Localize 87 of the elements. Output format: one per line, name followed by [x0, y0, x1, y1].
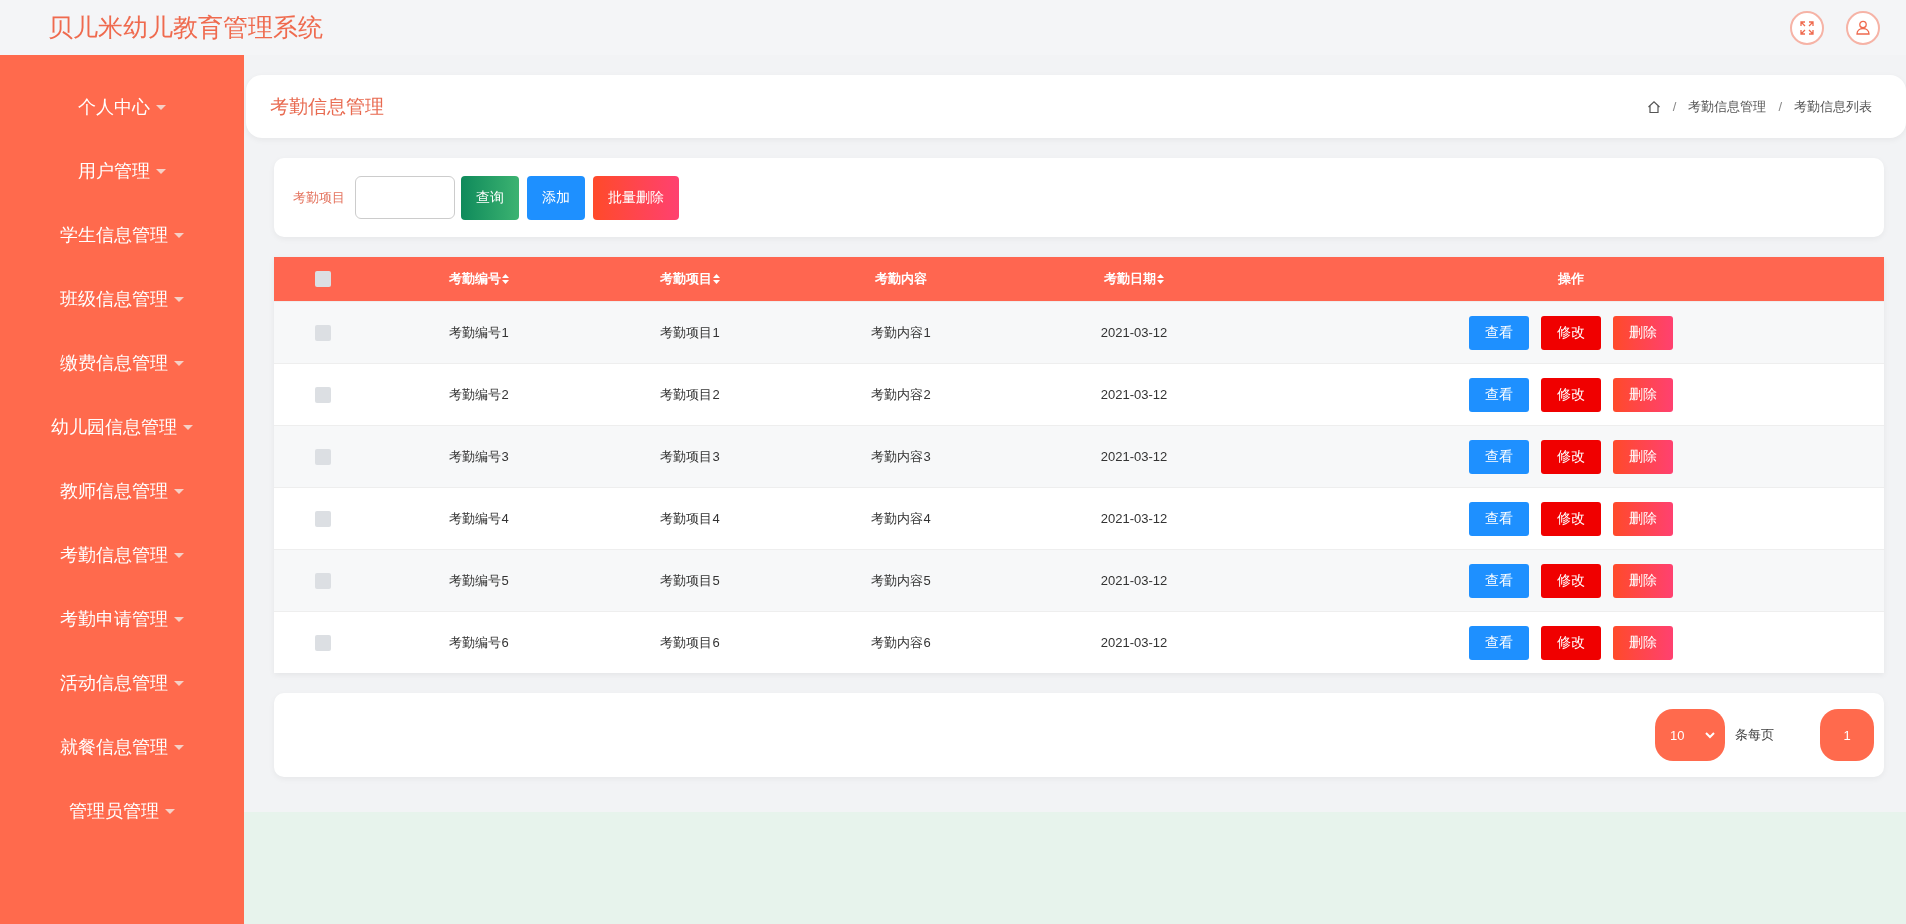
table-cell: 考勤编号2 — [449, 385, 509, 404]
view-button[interactable]: 查看 — [1469, 625, 1529, 660]
table-cell: 考勤内容5 — [871, 571, 931, 590]
sidebar-item[interactable]: 用户管理 — [0, 139, 244, 203]
view-button[interactable]: 查看 — [1469, 439, 1529, 474]
table-cell: 考勤编号6 — [449, 633, 509, 652]
sort-icon[interactable] — [713, 274, 720, 284]
edit-button[interactable]: 修改 — [1541, 501, 1601, 536]
view-button[interactable]: 查看 — [1469, 377, 1529, 412]
column-header[interactable]: 考勤日期 — [1104, 270, 1164, 288]
table-cell: 2021-03-12 — [1100, 511, 1168, 526]
table-cell: 考勤项目5 — [660, 571, 720, 590]
page-button[interactable]: 1 — [1820, 709, 1874, 761]
sidebar-item[interactable]: 班级信息管理 — [0, 267, 244, 331]
page-size-label: 条每页 — [1735, 726, 1774, 744]
sidebar-item[interactable]: 缴费信息管理 — [0, 331, 244, 395]
delete-button[interactable]: 删除 — [1613, 377, 1673, 412]
search-field[interactable] — [355, 176, 455, 219]
sidebar-item[interactable]: 就餐信息管理 — [0, 715, 244, 779]
row-checkbox[interactable] — [315, 448, 331, 465]
edit-button[interactable]: 修改 — [1541, 439, 1601, 474]
sidebar-item[interactable]: 考勤申请管理 — [0, 587, 244, 651]
table-cell: 考勤内容2 — [871, 385, 931, 404]
sidebar-item[interactable]: 学生信息管理 — [0, 203, 244, 267]
app-title: 贝儿米幼儿教育管理系统 — [48, 12, 324, 43]
row-checkbox[interactable] — [315, 572, 331, 589]
delete-button[interactable]: 删除 — [1613, 315, 1673, 350]
table-cell: 2021-03-12 — [1100, 449, 1168, 464]
table-cell: 考勤内容6 — [871, 633, 931, 652]
view-button[interactable]: 查看 — [1469, 563, 1529, 598]
page-title: 考勤信息管理 — [270, 94, 385, 119]
table-cell: 考勤编号4 — [449, 509, 509, 528]
sidebar-item[interactable]: 管理员管理 — [0, 779, 244, 843]
query-button[interactable]: 查询 — [461, 175, 519, 220]
breadcrumb-item[interactable]: 考勤信息管理 — [1688, 97, 1767, 116]
table-cell: 2021-03-12 — [1100, 573, 1168, 588]
sidebar-item[interactable]: 幼儿园信息管理 — [0, 395, 244, 459]
sidebar-item[interactable]: 考勤信息管理 — [0, 523, 244, 587]
user-icon[interactable] — [1846, 10, 1880, 45]
table-cell: 2021-03-12 — [1100, 387, 1168, 402]
edit-button[interactable]: 修改 — [1541, 315, 1601, 350]
sidebar-item[interactable]: 活动信息管理 — [0, 651, 244, 715]
table-cell: 考勤项目6 — [660, 633, 720, 652]
row-checkbox[interactable] — [315, 324, 331, 341]
search-label: 考勤项目 — [293, 188, 345, 207]
edit-button[interactable]: 修改 — [1541, 625, 1601, 660]
delete-button[interactable]: 删除 — [1613, 625, 1673, 660]
view-button[interactable]: 查看 — [1469, 315, 1529, 350]
view-button[interactable]: 查看 — [1469, 501, 1529, 536]
table-cell: 考勤内容3 — [871, 447, 931, 466]
select-all-checkbox[interactable] — [315, 271, 331, 287]
home-icon[interactable] — [1646, 99, 1661, 114]
chevron-down-icon — [1705, 731, 1715, 739]
page-size-select[interactable]: 10 — [1655, 709, 1725, 761]
table-cell: 2021-03-12 — [1100, 635, 1168, 650]
sidebar-item[interactable]: 教师信息管理 — [0, 459, 244, 523]
add-button[interactable]: 添加 — [527, 175, 585, 220]
breadcrumb-item: 考勤信息列表 — [1794, 97, 1872, 116]
sort-icon[interactable] — [502, 274, 509, 284]
delete-button[interactable]: 删除 — [1613, 563, 1673, 598]
column-header[interactable]: 考勤项目 — [660, 270, 720, 288]
table-cell: 考勤编号5 — [449, 571, 509, 590]
table-cell: 考勤项目2 — [660, 385, 720, 404]
column-header: 考勤内容 — [875, 270, 927, 288]
sidebar-item[interactable]: 个人中心 — [0, 75, 244, 139]
column-header[interactable]: 考勤编号 — [449, 270, 509, 288]
row-checkbox[interactable] — [315, 510, 331, 527]
table-cell: 考勤项目4 — [660, 509, 720, 528]
table-cell: 2021-03-12 — [1100, 325, 1168, 340]
table-cell: 考勤项目3 — [660, 447, 720, 466]
delete-button[interactable]: 批量删除 — [593, 175, 679, 220]
column-header: 操作 — [1558, 270, 1584, 288]
edit-button[interactable]: 修改 — [1541, 563, 1601, 598]
sort-icon[interactable] — [1157, 274, 1164, 284]
delete-button[interactable]: 删除 — [1613, 501, 1673, 536]
table-cell: 考勤内容4 — [871, 509, 931, 528]
row-checkbox[interactable] — [315, 634, 331, 651]
breadcrumb-separator: / — [1672, 99, 1677, 114]
row-checkbox[interactable] — [315, 386, 331, 403]
edit-button[interactable]: 修改 — [1541, 377, 1601, 412]
fullscreen-icon[interactable] — [1790, 10, 1824, 45]
delete-button[interactable]: 删除 — [1613, 439, 1673, 474]
table-cell: 考勤编号3 — [449, 447, 509, 466]
table-cell: 考勤编号1 — [449, 323, 509, 342]
breadcrumb-separator: / — [1778, 99, 1782, 114]
table-cell: 考勤内容1 — [871, 323, 931, 342]
table-cell: 考勤项目1 — [660, 323, 720, 342]
